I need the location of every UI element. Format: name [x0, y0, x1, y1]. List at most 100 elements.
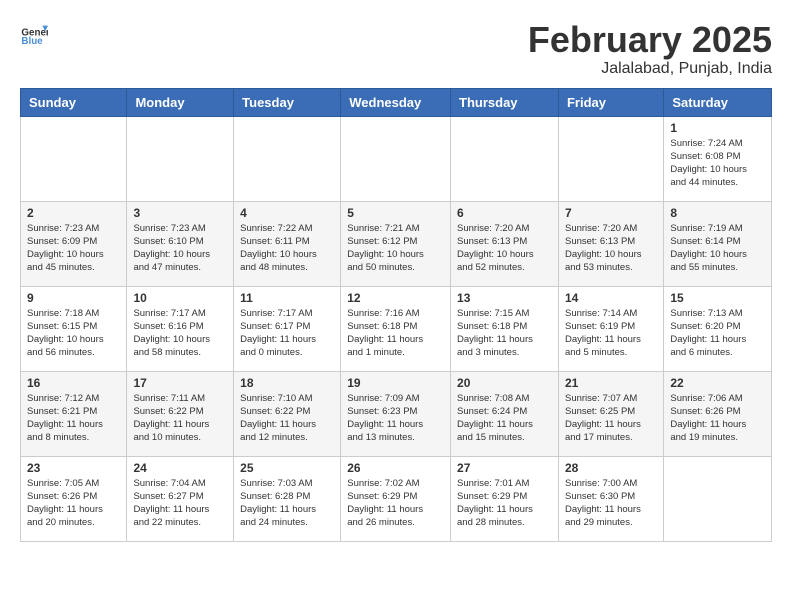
- day-info: Sunrise: 7:15 AM Sunset: 6:18 PM Dayligh…: [457, 307, 552, 360]
- day-number: 1: [670, 121, 765, 135]
- day-info: Sunrise: 7:12 AM Sunset: 6:21 PM Dayligh…: [27, 392, 120, 445]
- calendar-cell: 14 Sunrise: 7:14 AM Sunset: 6:19 PM Dayli…: [558, 286, 663, 371]
- day-number: 12: [347, 291, 444, 305]
- day-info: Sunrise: 7:17 AM Sunset: 6:16 PM Dayligh…: [133, 307, 227, 360]
- day-info: Sunrise: 7:23 AM Sunset: 6:09 PM Dayligh…: [27, 222, 120, 275]
- day-number: 11: [240, 291, 334, 305]
- day-number: 22: [670, 376, 765, 390]
- calendar-cell: 13 Sunrise: 7:15 AM Sunset: 6:18 PM Dayli…: [451, 286, 559, 371]
- day-info: Sunrise: 7:01 AM Sunset: 6:29 PM Dayligh…: [457, 477, 552, 530]
- day-header-saturday: Saturday: [664, 88, 772, 116]
- day-info: Sunrise: 7:07 AM Sunset: 6:25 PM Dayligh…: [565, 392, 657, 445]
- calendar-cell: [664, 456, 772, 541]
- calendar-cell: 7Sunrise: 7:20 AM Sunset: 6:13 PM Daylig…: [558, 201, 663, 286]
- calendar-cell: [127, 116, 234, 201]
- calendar-cell: 17Sunrise: 7:11 AM Sunset: 6:22 PM Dayli…: [127, 371, 234, 456]
- calendar-cell: 18 Sunrise: 7:10 AM Sunset: 6:22 PM Dayli…: [234, 371, 341, 456]
- calendar-cell: [451, 116, 559, 201]
- day-number: 5: [347, 206, 444, 220]
- day-info: Sunrise: 7:09 AM Sunset: 6:23 PM Dayligh…: [347, 392, 444, 445]
- day-info: Sunrise: 7:05 AM Sunset: 6:26 PM Dayligh…: [27, 477, 120, 530]
- day-info: Sunrise: 7:18 AM Sunset: 6:15 PM Dayligh…: [27, 307, 120, 360]
- calendar-cell: 12 Sunrise: 7:16 AM Sunset: 6:18 PM Dayli…: [341, 286, 451, 371]
- calendar-cell: 2Sunrise: 7:23 AM Sunset: 6:09 PM Daylig…: [21, 201, 127, 286]
- day-number: 8: [670, 206, 765, 220]
- day-info: Sunrise: 7:19 AM Sunset: 6:14 PM Dayligh…: [670, 222, 765, 275]
- day-info: Sunrise: 7:23 AM Sunset: 6:10 PM Dayligh…: [133, 222, 227, 275]
- calendar-cell: 23 Sunrise: 7:05 AM Sunset: 6:26 PM Dayli…: [21, 456, 127, 541]
- svg-text:Blue: Blue: [21, 36, 43, 47]
- day-number: 3: [133, 206, 227, 220]
- day-info: Sunrise: 7:08 AM Sunset: 6:24 PM Dayligh…: [457, 392, 552, 445]
- day-info: Sunrise: 7:02 AM Sunset: 6:29 PM Dayligh…: [347, 477, 444, 530]
- calendar-cell: 6 Sunrise: 7:20 AM Sunset: 6:13 PM Daylig…: [451, 201, 559, 286]
- day-info: Sunrise: 7:14 AM Sunset: 6:19 PM Dayligh…: [565, 307, 657, 360]
- header: General Blue February 2025 Jalalabad, Pu…: [20, 20, 772, 78]
- title-section: February 2025 Jalalabad, Punjab, India: [528, 20, 772, 78]
- day-header-sunday: Sunday: [21, 88, 127, 116]
- day-info: Sunrise: 7:20 AM Sunset: 6:13 PM Dayligh…: [457, 222, 552, 275]
- day-info: Sunrise: 7:22 AM Sunset: 6:11 PM Dayligh…: [240, 222, 334, 275]
- calendar-cell: [21, 116, 127, 201]
- calendar-cell: 4 Sunrise: 7:22 AM Sunset: 6:11 PM Daylig…: [234, 201, 341, 286]
- day-number: 14: [565, 291, 657, 305]
- day-number: 4: [240, 206, 334, 220]
- calendar-cell: 9 Sunrise: 7:18 AM Sunset: 6:15 PM Daylig…: [21, 286, 127, 371]
- day-info: Sunrise: 7:21 AM Sunset: 6:12 PM Dayligh…: [347, 222, 444, 275]
- day-info: Sunrise: 7:06 AM Sunset: 6:26 PM Dayligh…: [670, 392, 765, 445]
- day-header-friday: Friday: [558, 88, 663, 116]
- calendar-cell: 19 Sunrise: 7:09 AM Sunset: 6:23 PM Dayli…: [341, 371, 451, 456]
- location-title: Jalalabad, Punjab, India: [528, 60, 772, 78]
- day-number: 6: [457, 206, 552, 220]
- day-number: 9: [27, 291, 120, 305]
- day-number: 25: [240, 461, 334, 475]
- calendar-table: SundayMondayTuesdayWednesdayThursdayFrid…: [20, 88, 772, 542]
- day-info: Sunrise: 7:00 AM Sunset: 6:30 PM Dayligh…: [565, 477, 657, 530]
- calendar-cell: 15 Sunrise: 7:13 AM Sunset: 6:20 PM Dayli…: [664, 286, 772, 371]
- day-header-wednesday: Wednesday: [341, 88, 451, 116]
- calendar-cell: 21 Sunrise: 7:07 AM Sunset: 6:25 PM Dayli…: [558, 371, 663, 456]
- day-number: 18: [240, 376, 334, 390]
- calendar-cell: 20 Sunrise: 7:08 AM Sunset: 6:24 PM Dayli…: [451, 371, 559, 456]
- day-number: 19: [347, 376, 444, 390]
- day-info: Sunrise: 7:10 AM Sunset: 6:22 PM Dayligh…: [240, 392, 334, 445]
- week-row-5: 23 Sunrise: 7:05 AM Sunset: 6:26 PM Dayli…: [21, 456, 772, 541]
- day-info: Sunrise: 7:04 AM Sunset: 6:27 PM Dayligh…: [133, 477, 227, 530]
- day-header-row: SundayMondayTuesdayWednesdayThursdayFrid…: [21, 88, 772, 116]
- day-number: 27: [457, 461, 552, 475]
- calendar-cell: 28 Sunrise: 7:00 AM Sunset: 6:30 PM Dayli…: [558, 456, 663, 541]
- day-number: 13: [457, 291, 552, 305]
- day-number: 16: [27, 376, 120, 390]
- calendar-cell: 27 Sunrise: 7:01 AM Sunset: 6:29 PM Dayli…: [451, 456, 559, 541]
- day-number: 20: [457, 376, 552, 390]
- day-number: 23: [27, 461, 120, 475]
- day-number: 15: [670, 291, 765, 305]
- week-row-1: 1Sunrise: 7:24 AM Sunset: 6:08 PM Daylig…: [21, 116, 772, 201]
- day-info: Sunrise: 7:20 AM Sunset: 6:13 PM Dayligh…: [565, 222, 657, 275]
- calendar-cell: 3 Sunrise: 7:23 AM Sunset: 6:10 PM Daylig…: [127, 201, 234, 286]
- day-number: 21: [565, 376, 657, 390]
- day-info: Sunrise: 7:16 AM Sunset: 6:18 PM Dayligh…: [347, 307, 444, 360]
- day-number: 24: [133, 461, 227, 475]
- week-row-4: 16 Sunrise: 7:12 AM Sunset: 6:21 PM Dayli…: [21, 371, 772, 456]
- logo: General Blue: [20, 20, 48, 48]
- calendar-cell: 5 Sunrise: 7:21 AM Sunset: 6:12 PM Daylig…: [341, 201, 451, 286]
- day-info: Sunrise: 7:17 AM Sunset: 6:17 PM Dayligh…: [240, 307, 334, 360]
- day-number: 28: [565, 461, 657, 475]
- calendar-cell: [234, 116, 341, 201]
- calendar-cell: [558, 116, 663, 201]
- calendar-cell: 11 Sunrise: 7:17 AM Sunset: 6:17 PM Dayli…: [234, 286, 341, 371]
- calendar-cell: [341, 116, 451, 201]
- calendar-cell: 8 Sunrise: 7:19 AM Sunset: 6:14 PM Daylig…: [664, 201, 772, 286]
- calendar-cell: 1Sunrise: 7:24 AM Sunset: 6:08 PM Daylig…: [664, 116, 772, 201]
- day-number: 26: [347, 461, 444, 475]
- logo-icon: General Blue: [20, 20, 48, 48]
- calendar-cell: 26 Sunrise: 7:02 AM Sunset: 6:29 PM Dayli…: [341, 456, 451, 541]
- day-info: Sunrise: 7:03 AM Sunset: 6:28 PM Dayligh…: [240, 477, 334, 530]
- calendar-cell: 16 Sunrise: 7:12 AM Sunset: 6:21 PM Dayli…: [21, 371, 127, 456]
- calendar-cell: 10Sunrise: 7:17 AM Sunset: 6:16 PM Dayli…: [127, 286, 234, 371]
- day-info: Sunrise: 7:13 AM Sunset: 6:20 PM Dayligh…: [670, 307, 765, 360]
- day-number: 17: [133, 376, 227, 390]
- calendar-cell: 22 Sunrise: 7:06 AM Sunset: 6:26 PM Dayli…: [664, 371, 772, 456]
- day-header-thursday: Thursday: [451, 88, 559, 116]
